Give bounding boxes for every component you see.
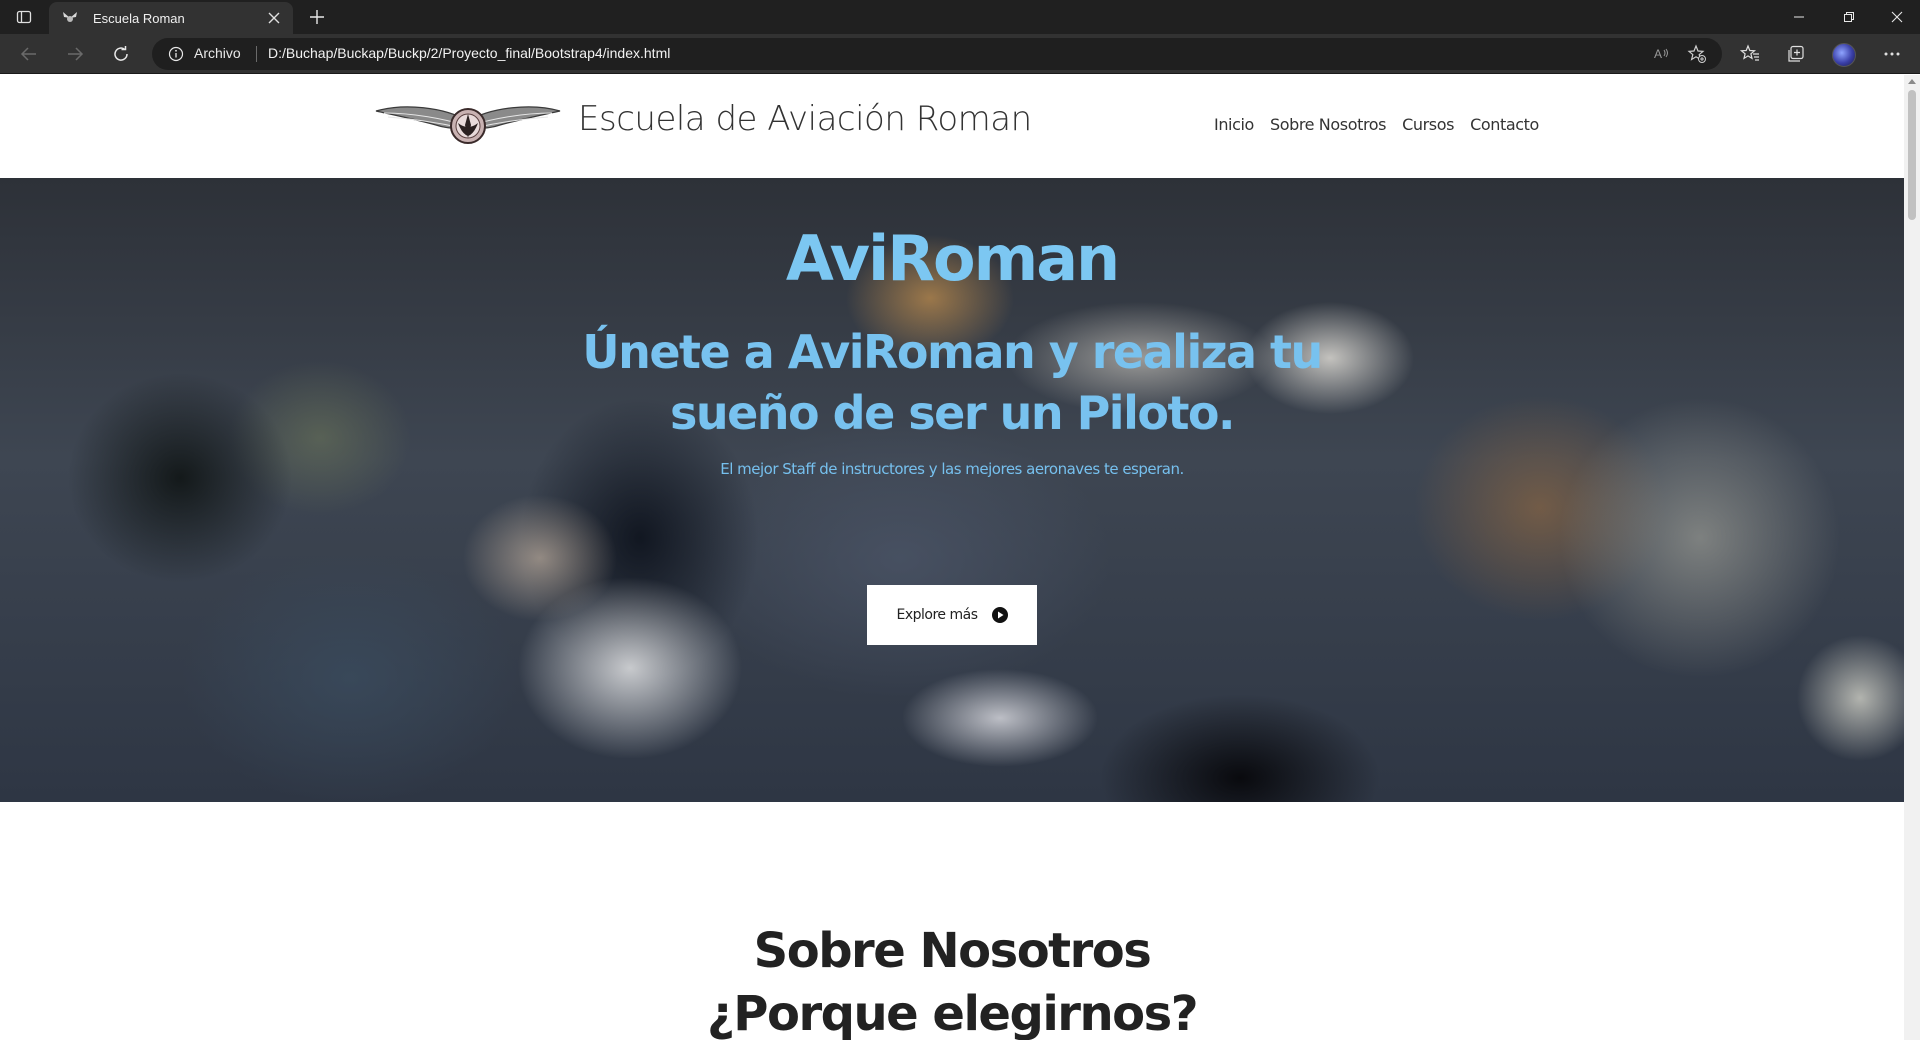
nav-sobre-nosotros[interactable]: Sobre Nosotros: [1270, 115, 1387, 134]
nav-cursos[interactable]: Cursos: [1402, 115, 1454, 134]
about-subtitle: ¿Porque elegirnos?: [706, 986, 1199, 1040]
read-aloud-icon[interactable]: A: [1652, 44, 1672, 64]
site-favicon-icon: [61, 9, 79, 27]
address-separator: [256, 46, 257, 62]
nav-contacto[interactable]: Contacto: [1470, 115, 1539, 134]
browser-tab-bar: Escuela Roman: [0, 0, 1920, 34]
hero-section: AviRoman Únete a AviRoman y realiza tu s…: [0, 178, 1904, 802]
forward-icon[interactable]: [60, 39, 90, 69]
favorites-icon[interactable]: [1738, 43, 1762, 65]
hero-text: El mejor Staff de instructores y las mej…: [720, 460, 1184, 478]
close-window-icon[interactable]: [1874, 0, 1920, 34]
scroll-thumb[interactable]: [1908, 90, 1916, 220]
refresh-icon[interactable]: [106, 39, 136, 69]
play-circle-icon: [991, 607, 1008, 623]
hero-subtitle: Únete a AviRoman y realiza tu sueño de s…: [582, 325, 1323, 440]
scroll-up-icon[interactable]: [1908, 79, 1916, 84]
back-icon[interactable]: [14, 39, 44, 69]
info-icon[interactable]: [168, 46, 184, 62]
site-header: Escuela de Aviación Roman Inicio Sobre N…: [0, 75, 1904, 178]
close-icon[interactable]: [261, 5, 287, 31]
site-info-chip[interactable]: Archivo: [194, 45, 241, 61]
hero-title: AviRoman: [785, 222, 1120, 295]
minimize-icon[interactable]: [1776, 0, 1822, 34]
collections-icon[interactable]: [1784, 43, 1808, 65]
browser-tab[interactable]: Escuela Roman: [49, 2, 293, 34]
address-bar[interactable]: Archivo D:/Buchap/Buckap/Buckp/2/Proyect…: [152, 38, 1722, 70]
profile-avatar[interactable]: [1832, 43, 1856, 67]
explore-button-label: Explore más: [896, 607, 979, 623]
explore-button[interactable]: Explore más: [867, 585, 1037, 645]
main-nav: Inicio Sobre Nosotros Cursos Contacto: [1214, 115, 1555, 134]
add-favorite-icon[interactable]: [1687, 44, 1707, 64]
wings-logo-icon[interactable]: [374, 101, 562, 149]
svg-text:A: A: [1654, 47, 1662, 61]
page-viewport: Escuela de Aviación Roman Inicio Sobre N…: [0, 75, 1904, 1040]
nav-inicio[interactable]: Inicio: [1214, 115, 1254, 134]
restore-icon[interactable]: [1826, 0, 1872, 34]
page-scrollbar[interactable]: [1904, 75, 1920, 1040]
brand-title[interactable]: Escuela de Aviación Roman: [578, 99, 1032, 139]
more-icon[interactable]: [1880, 43, 1904, 65]
tab-title: Escuela Roman: [93, 10, 185, 26]
tab-actions-icon[interactable]: [12, 7, 36, 27]
about-title: Sobre Nosotros: [753, 923, 1152, 979]
url-text[interactable]: D:/Buchap/Buckap/Buckp/2/Proyecto_final/…: [268, 45, 670, 61]
new-tab-icon[interactable]: [304, 4, 330, 30]
browser-toolbar: Archivo D:/Buchap/Buckap/Buckp/2/Proyect…: [0, 34, 1920, 74]
